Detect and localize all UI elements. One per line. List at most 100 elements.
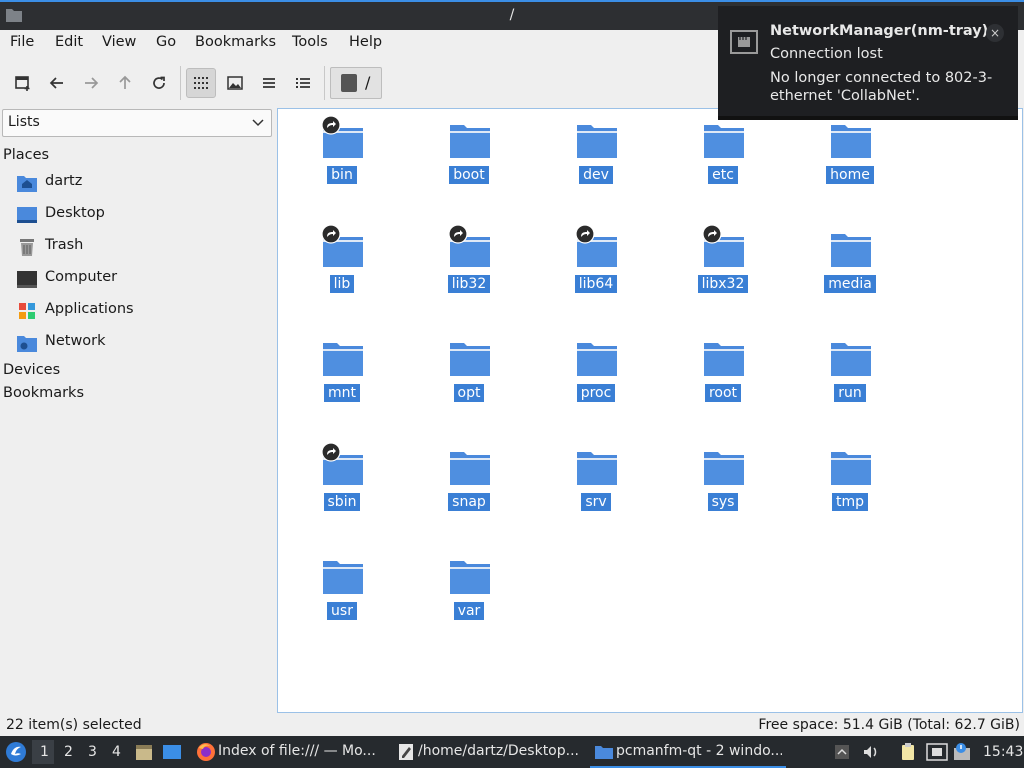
places-header[interactable]: Places xyxy=(3,147,49,163)
folder-icon xyxy=(831,343,871,376)
folder-item-srv[interactable]: srv xyxy=(546,440,646,540)
detailed-view-button[interactable] xyxy=(288,68,318,98)
taskbar: 1 2 3 4 Index of file:/// — Mo... /home/… xyxy=(0,736,1024,768)
menu-tools[interactable]: Tools xyxy=(292,34,328,50)
folder-item-opt[interactable]: opt xyxy=(419,331,519,431)
folder-icon xyxy=(450,125,490,158)
folder-item-lib64[interactable]: lib64 xyxy=(546,222,646,322)
folder-label: proc xyxy=(546,384,646,402)
menu-help[interactable]: Help xyxy=(349,34,382,50)
clock[interactable]: 15:43 xyxy=(983,744,1023,760)
desktop-icon xyxy=(17,207,37,223)
folder-label: etc xyxy=(673,166,773,184)
status-bar: 22 item(s) selected Free space: 51.4 GiB… xyxy=(0,716,1024,736)
folder-item-sys[interactable]: sys xyxy=(673,440,773,540)
sidebar-item-computer[interactable]: Computer xyxy=(16,266,271,292)
folder-item-boot[interactable]: boot xyxy=(419,113,519,213)
folder-item-snap[interactable]: snap xyxy=(419,440,519,540)
ethernet-icon xyxy=(926,743,948,761)
quicklaunch-files[interactable] xyxy=(134,736,154,768)
task-firefox[interactable]: Index of file:/// — Mo... xyxy=(192,736,388,768)
new-tab-icon xyxy=(15,76,30,91)
bookmarks-header[interactable]: Bookmarks xyxy=(3,385,84,401)
file-view[interactable]: bin boot dev etc home lib lib32 lib64 libx32 medi… xyxy=(277,108,1023,713)
menu-go[interactable]: Go xyxy=(156,34,176,50)
sidebar-item-dartz[interactable]: dartz xyxy=(16,170,271,196)
volume-button[interactable] xyxy=(862,736,880,768)
tray-expand-button[interactable] xyxy=(834,736,850,768)
menu-edit[interactable]: Edit xyxy=(55,34,83,50)
folder-label: home xyxy=(800,166,900,184)
start-menu-button[interactable] xyxy=(4,736,28,768)
list-icon xyxy=(263,78,275,88)
applications-icon xyxy=(19,303,35,319)
thumbnail-view-button[interactable] xyxy=(220,68,250,98)
menu-bookmarks[interactable]: Bookmarks xyxy=(195,34,276,50)
menu-view[interactable]: View xyxy=(102,34,136,50)
clipboard-button[interactable] xyxy=(898,736,918,768)
folder-item-media[interactable]: media xyxy=(800,222,900,322)
folder-item-mnt[interactable]: mnt xyxy=(292,331,392,431)
side-pane-mode-value: Lists xyxy=(8,114,40,130)
updates-tray-button[interactable] xyxy=(952,736,974,768)
folder-item-tmp[interactable]: tmp xyxy=(800,440,900,540)
side-pane-mode-select[interactable]: Lists xyxy=(2,109,272,137)
free-space-status: Free space: 51.4 GiB (Total: 62.7 GiB) xyxy=(758,717,1020,733)
sidebar-item-applications[interactable]: Applications xyxy=(16,298,271,324)
compact-view-button[interactable] xyxy=(254,68,284,98)
sidebar-item-trash[interactable]: Trash xyxy=(16,234,271,260)
drive-icon xyxy=(341,74,357,92)
reload-button[interactable] xyxy=(144,68,174,98)
task-text-editor[interactable]: /home/dartz/Desktop... xyxy=(392,736,588,768)
folder-item-root[interactable]: root xyxy=(673,331,773,431)
folder-item-etc[interactable]: etc xyxy=(673,113,773,213)
sidebar-item-network[interactable]: Network xyxy=(16,330,271,356)
folder-label: var xyxy=(419,602,519,620)
file-manager-icon xyxy=(136,745,152,760)
folder-item-proc[interactable]: proc xyxy=(546,331,646,431)
folder-item-lib[interactable]: lib xyxy=(292,222,392,322)
folder-item-bin[interactable]: bin xyxy=(292,113,392,213)
quicklaunch-show-desktop[interactable] xyxy=(162,736,182,768)
folder-icon xyxy=(577,343,617,376)
notification-close-button[interactable]: × xyxy=(986,24,1004,42)
folder-icon xyxy=(831,125,871,158)
folder-item-usr[interactable]: usr xyxy=(292,549,392,649)
task-pcmanfm[interactable]: pcmanfm-qt - 2 windo... xyxy=(590,736,786,768)
folder-label: bin xyxy=(292,166,392,184)
icon-view-button[interactable] xyxy=(186,68,216,98)
up-button[interactable] xyxy=(110,68,140,98)
folder-item-libx32[interactable]: libx32 xyxy=(673,222,773,322)
folder-label: srv xyxy=(546,493,646,511)
folder-item-lib32[interactable]: lib32 xyxy=(419,222,519,322)
desktop-2-button[interactable]: 2 xyxy=(64,744,73,760)
back-button[interactable] xyxy=(42,68,72,98)
devices-header[interactable]: Devices xyxy=(3,362,60,378)
folder-icon xyxy=(704,343,744,376)
toolbar-separator xyxy=(180,66,181,100)
folder-label: root xyxy=(673,384,773,402)
detailed-list-icon xyxy=(296,78,310,88)
folder-item-dev[interactable]: dev xyxy=(546,113,646,213)
network-tray-button[interactable] xyxy=(926,736,948,768)
notification-popup[interactable]: NetworkManager(nm-tray) Connection lost … xyxy=(718,6,1018,120)
menu-file[interactable]: File xyxy=(10,34,34,50)
show-desktop-icon xyxy=(163,745,181,759)
desktop-1-button[interactable]: 1 xyxy=(40,744,49,760)
notification-summary: Connection lost xyxy=(770,46,883,62)
forward-button[interactable] xyxy=(76,68,106,98)
desktop-4-button[interactable]: 4 xyxy=(112,744,121,760)
task-label: /home/dartz/Desktop... xyxy=(418,743,579,759)
new-tab-button[interactable] xyxy=(8,68,38,98)
sidebar-item-desktop[interactable]: Desktop xyxy=(16,202,271,228)
path-bar[interactable]: / xyxy=(330,67,382,99)
folder-icon xyxy=(323,561,363,594)
folder-item-run[interactable]: run xyxy=(800,331,900,431)
desktop-3-button[interactable]: 3 xyxy=(88,744,97,760)
folder-item-sbin[interactable]: sbin xyxy=(292,440,392,540)
folder-item-var[interactable]: var xyxy=(419,549,519,649)
folder-label: mnt xyxy=(292,384,392,402)
selection-status: 22 item(s) selected xyxy=(6,717,142,733)
folder-item-home[interactable]: home xyxy=(800,113,900,213)
notification-body: No longer connected to 802-3-ethernet 'C… xyxy=(770,70,993,104)
